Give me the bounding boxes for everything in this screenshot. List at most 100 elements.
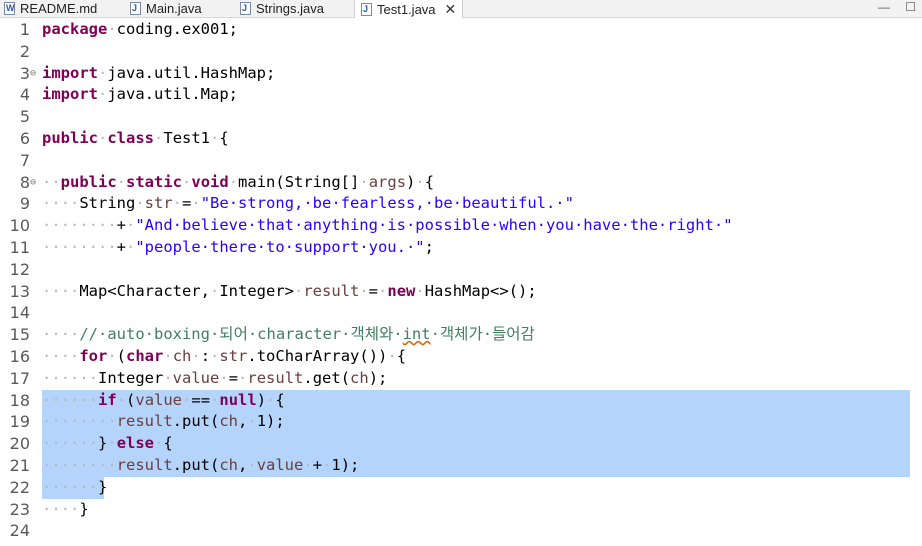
code-token: result — [247, 368, 304, 387]
code-token: char — [126, 347, 164, 365]
code-line[interactable]: 13 ····Map<Character,·Integer>·result·=·n… — [0, 281, 922, 303]
code-line[interactable]: 14 — [0, 302, 922, 324]
code-line[interactable]: 19 ········result.put(ch,·1); — [0, 411, 922, 434]
code-line[interactable]: 3 ⊖ import·java.util.HashMap; — [0, 63, 922, 85]
tab-strings-java[interactable]: J Strings.java — [240, 0, 324, 17]
code-text: ··public·static·void·main(String[]·args)… — [42, 172, 434, 194]
code-token: "And·believe·that·anything·is·possible·w… — [135, 216, 733, 235]
whitespace-marker: · — [182, 390, 192, 409]
code-line[interactable]: 10 ········+·"And·believe·that·anything·i… — [0, 215, 922, 237]
code-token: 1); — [331, 456, 360, 474]
whitespace-marker: · — [126, 216, 136, 235]
code-line[interactable]: 2 — [0, 41, 922, 63]
whitespace-marker: · — [322, 456, 332, 474]
code-text: package·coding.ex001; — [42, 19, 238, 41]
code-line[interactable]: 4 import·java.util.Map; — [0, 84, 922, 106]
line-number: 15 — [9, 325, 30, 345]
fold-toggle-icon[interactable]: ⊖ — [30, 172, 36, 194]
code-line[interactable]: 8 ⊖ ··public·static·void·main(String[]·arg… — [0, 172, 922, 194]
code-line[interactable]: 22 ······} — [0, 476, 922, 499]
java-file-icon: J — [361, 2, 372, 16]
line-number: 3 — [19, 63, 30, 83]
maximize-icon[interactable]: ☐ — [905, 0, 916, 14]
code-text: ········+·"And·believe·that·anything·is·… — [42, 215, 733, 237]
line-number: 12 — [9, 259, 30, 279]
code-token: void — [191, 172, 229, 191]
whitespace-marker: · — [415, 281, 425, 300]
whitespace-marker: · — [415, 172, 425, 191]
code-token: null — [219, 390, 257, 409]
code-line[interactable]: 17 ······Integer·value·=·result.get(ch); — [0, 368, 922, 390]
code-token: ch — [219, 456, 238, 474]
java-file-icon: J — [240, 2, 251, 15]
line-number: 22 — [9, 477, 30, 497]
line-number: 9 — [19, 194, 30, 214]
code-text: ····//·auto·boxing·되어·character·객체와·int·… — [42, 324, 535, 346]
code-text: ······} — [42, 477, 107, 499]
whitespace-marker: · — [247, 456, 257, 474]
code-token: } — [98, 477, 108, 496]
code-line[interactable]: 18 ······if·(value·==·null)·{ — [0, 389, 922, 412]
code-line[interactable]: 11 ········+·"people·there·to·support·you… — [0, 237, 922, 259]
code-token: { — [219, 129, 229, 147]
code-line[interactable]: 15 ····//·auto·boxing·되어·character·객체와·in… — [0, 324, 922, 346]
code-line[interactable]: 24 — [0, 520, 922, 542]
code-line[interactable]: 1 package·coding.ex001; — [0, 19, 922, 41]
whitespace-marker: ······ — [42, 390, 98, 409]
whitespace-marker: · — [359, 172, 369, 191]
code-token: + — [116, 238, 126, 256]
code-token: ) — [256, 390, 267, 409]
whitespace-marker: · — [116, 172, 127, 191]
code-token: import — [42, 63, 98, 82]
code-line[interactable]: 9 ····String·str·=·"Be·strong,·be·fearles… — [0, 193, 922, 215]
whitespace-marker: · — [107, 434, 117, 453]
tab-label: README.md — [20, 1, 98, 16]
whitespace-marker: · — [154, 129, 164, 147]
code-line[interactable]: 6 public·class·Test1·{ — [0, 128, 922, 150]
java-file-icon: J — [130, 2, 141, 15]
code-text: ······if·(value·==·null)·{ — [42, 390, 285, 412]
whitespace-marker: · — [154, 434, 164, 453]
fold-toggle-icon[interactable]: ⊖ — [30, 63, 36, 85]
whitespace-marker: · — [293, 281, 304, 300]
code-token: .toCharArray()) — [247, 347, 388, 365]
code-editor[interactable]: 1 package·coding.ex001; 2 3 ⊖ import·java.uti… — [0, 19, 922, 546]
tab-label: Strings.java — [256, 1, 324, 16]
whitespace-marker: ···· — [42, 325, 80, 344]
whitespace-marker: · — [210, 129, 220, 147]
code-line[interactable]: 7 — [0, 150, 922, 172]
code-line[interactable]: 12 — [0, 259, 922, 281]
whitespace-marker: · — [107, 347, 117, 365]
line-number: 10 — [9, 216, 30, 236]
line-number: 7 — [19, 150, 30, 170]
code-token: //·auto·boxing·되어·character·객체와· — [79, 325, 403, 344]
whitespace-marker: · — [303, 456, 313, 474]
code-text: ······}·else·{ — [42, 433, 173, 455]
whitespace-marker: ···· — [42, 347, 80, 365]
code-token: Test1 — [163, 129, 211, 147]
code-token: } — [79, 499, 89, 518]
code-token: = — [368, 281, 379, 300]
minimize-icon[interactable]: — — [878, 0, 890, 14]
tab-test1-java[interactable]: J Test1.java ✕ — [354, 0, 464, 18]
tab-readme[interactable]: W README.md — [4, 0, 97, 17]
line-number: 23 — [9, 499, 30, 519]
whitespace-marker: ···· — [42, 499, 80, 518]
code-line[interactable]: 5 — [0, 106, 922, 128]
code-token: java.util.Map; — [107, 85, 238, 104]
whitespace-marker: · — [378, 281, 388, 300]
code-token: result — [303, 281, 360, 300]
code-line[interactable]: 23 ····} — [0, 499, 922, 521]
code-token: java.util.HashMap; — [107, 63, 276, 82]
code-token: { — [275, 390, 285, 409]
code-line[interactable]: 20 ······}·else·{ — [0, 433, 922, 455]
tab-main-java[interactable]: J Main.java — [130, 0, 202, 17]
whitespace-marker: ······ — [42, 368, 98, 387]
code-token: + — [116, 216, 126, 235]
close-tab-icon[interactable]: ✕ — [445, 1, 457, 18]
code-line[interactable]: 16 ····for·(char·ch·:·str.toCharArray())·… — [0, 346, 922, 368]
code-token: = — [228, 368, 239, 387]
code-line[interactable]: 21 ········result.put(ch,·value·+·1); — [0, 455, 922, 477]
code-token: str — [219, 347, 248, 365]
code-token: } — [98, 434, 108, 453]
